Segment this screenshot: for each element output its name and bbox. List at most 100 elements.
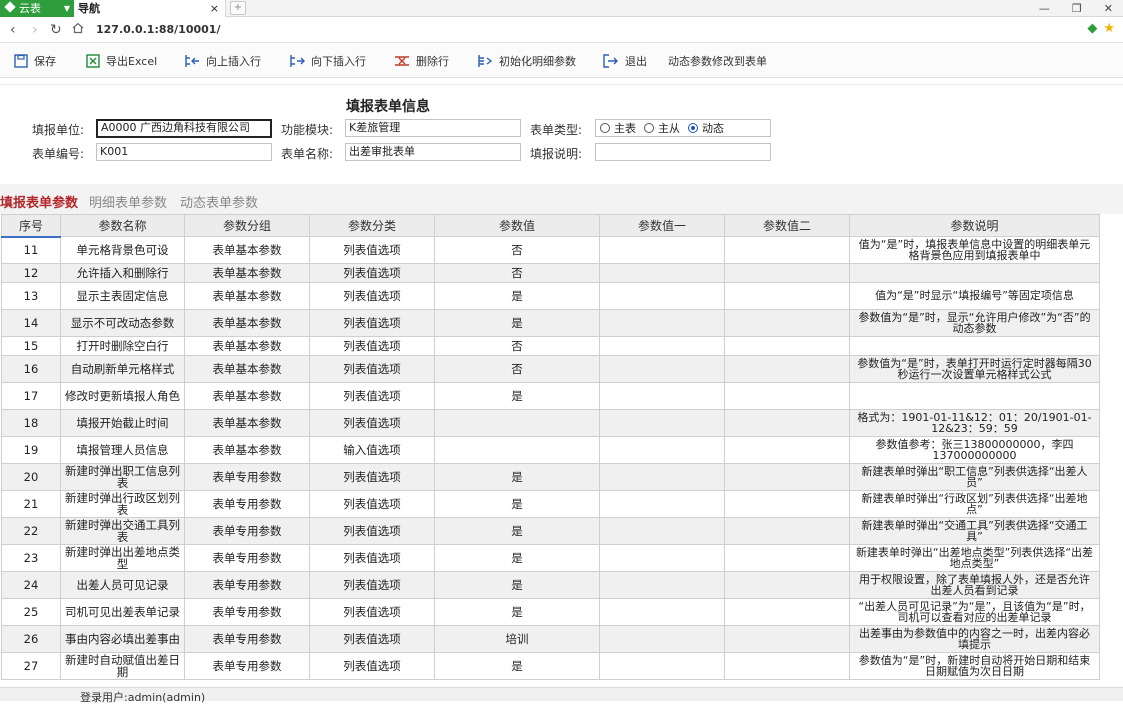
param-value2-cell[interactable]	[724, 355, 850, 383]
column-header[interactable]: 参数说明	[849, 214, 1100, 237]
tab-dynamic-form-params[interactable]: 动态表单参数	[180, 192, 258, 211]
param-name-cell[interactable]: 允许插入和删除行	[60, 263, 185, 283]
param-name-cell[interactable]: 填报管理人员信息	[60, 436, 185, 464]
param-group-cell[interactable]: 表单专用参数	[184, 490, 310, 518]
column-header[interactable]: 参数分组	[184, 214, 310, 237]
param-description-cell[interactable]: 用于权限设置，除了表单填报人外，还是否允许出差人员看到记录	[849, 571, 1100, 599]
param-value-cell[interactable]: 是	[434, 544, 600, 572]
param-value1-cell[interactable]	[599, 490, 725, 518]
column-header[interactable]: 参数值二	[724, 214, 850, 237]
row-number-cell[interactable]: 17	[1, 382, 61, 410]
param-value2-cell[interactable]	[724, 309, 850, 337]
table-row[interactable]: 16 自动刷新单元格样式 表单基本参数 列表值选项否 参数值为“是”时，表单打开时运行定…	[1, 355, 1100, 383]
param-value-cell[interactable]: 否	[434, 236, 600, 264]
row-number-cell[interactable]: 13	[1, 282, 61, 310]
param-group-cell[interactable]: 表单基本参数	[184, 282, 310, 310]
save-button[interactable]: 保存	[14, 53, 56, 69]
param-value2-cell[interactable]	[724, 571, 850, 599]
param-value-cell[interactable]: 是	[434, 490, 600, 518]
param-value1-cell[interactable]	[599, 517, 725, 545]
back-arrow-icon[interactable]: ‹	[10, 22, 16, 38]
param-category-cell[interactable]: 列表值选项	[309, 571, 435, 599]
param-description-cell[interactable]: 参数值参考：张三13800000000，李四137000000000	[849, 436, 1100, 464]
param-value2-cell[interactable]	[724, 409, 850, 437]
param-name-cell[interactable]: 自动刷新单元格样式	[60, 355, 185, 383]
row-number-cell[interactable]: 12	[1, 263, 61, 283]
param-name-cell[interactable]: 显示主表固定信息	[60, 282, 185, 310]
param-group-cell[interactable]: 表单专用参数	[184, 544, 310, 572]
param-description-cell[interactable]: 参数值为“是”时，新建时自动将开始日期和结束日期赋值为次日日期	[849, 652, 1100, 680]
table-row[interactable]: 22 新建时弹出交通工具列表 表单专用参数 列表值选项是 新建表单时弹出“交通工具”列表…	[1, 517, 1100, 545]
table-row[interactable]: 15 打开时删除空白行 表单基本参数 列表值选项否	[1, 336, 1100, 356]
param-name-cell[interactable]: 打开时删除空白行	[60, 336, 185, 356]
column-header[interactable]: 参数分类	[309, 214, 435, 237]
column-header[interactable]: 参数名称	[60, 214, 185, 237]
param-value1-cell[interactable]	[599, 355, 725, 383]
form-name-field[interactable]: 出差审批表单	[345, 143, 521, 161]
param-description-cell[interactable]: 参数值为“是”时，显示“允许用户修改”为“否”的动态参数	[849, 309, 1100, 337]
param-category-cell[interactable]: 列表值选项	[309, 263, 435, 283]
param-group-cell[interactable]: 表单专用参数	[184, 598, 310, 626]
init-params-button[interactable]: 初始化明细参数	[477, 53, 576, 69]
unit-field[interactable]: A0000 广西边角科技有限公司	[96, 119, 272, 138]
param-group-cell[interactable]: 表单基本参数	[184, 236, 310, 264]
param-value1-cell[interactable]	[599, 625, 725, 653]
param-value2-cell[interactable]	[724, 336, 850, 356]
param-value1-cell[interactable]	[599, 336, 725, 356]
param-name-cell[interactable]: 事由内容必填出差事由	[60, 625, 185, 653]
column-header[interactable]: 序号	[1, 214, 61, 238]
row-number-cell[interactable]: 21	[1, 490, 61, 518]
param-value-cell[interactable]: 是	[434, 598, 600, 626]
column-header[interactable]: 参数值	[434, 214, 600, 237]
table-row[interactable]: 19 填报管理人员信息 表单基本参数 输入值选项 参数值参考：张三13800000000…	[1, 436, 1100, 464]
param-value2-cell[interactable]	[724, 236, 850, 264]
param-value1-cell[interactable]	[599, 236, 725, 264]
dynamic-params-to-form-button[interactable]: 动态参数修改到表单	[668, 53, 767, 69]
param-name-cell[interactable]: 新建时弹出出差地点类型	[60, 544, 185, 572]
param-value2-cell[interactable]	[724, 490, 850, 518]
tab-fill-form-params[interactable]: 填报表单参数	[0, 192, 78, 211]
param-group-cell[interactable]: 表单专用参数	[184, 625, 310, 653]
param-description-cell[interactable]: 新建表单时弹出“职工信息”列表供选择“出差人员”	[849, 463, 1100, 491]
param-category-cell[interactable]: 列表值选项	[309, 517, 435, 545]
row-number-cell[interactable]: 18	[1, 409, 61, 437]
row-number-cell[interactable]: 26	[1, 625, 61, 653]
param-description-cell[interactable]: 新建表单时弹出“出差地点类型”列表供选择“出差地点类型”	[849, 544, 1100, 572]
param-value1-cell[interactable]	[599, 382, 725, 410]
row-number-cell[interactable]: 24	[1, 571, 61, 599]
param-category-cell[interactable]: 列表值选项	[309, 409, 435, 437]
param-group-cell[interactable]: 表单基本参数	[184, 382, 310, 410]
param-category-cell[interactable]: 列表值选项	[309, 382, 435, 410]
table-row[interactable]: 27 新建时自动赋值出差日期 表单专用参数 列表值选项是 参数值为“是”时，新建时自动将…	[1, 652, 1100, 680]
param-category-cell[interactable]: 列表值选项	[309, 355, 435, 383]
param-value-cell[interactable]: 是	[434, 463, 600, 491]
param-name-cell[interactable]: 填报开始截止时间	[60, 409, 185, 437]
row-number-cell[interactable]: 27	[1, 652, 61, 680]
param-category-cell[interactable]: 列表值选项	[309, 463, 435, 491]
window-minimize-button[interactable]: —	[1039, 0, 1050, 17]
table-row[interactable]: 25 司机可见出差表单记录 表单专用参数 列表值选项是 “出差人员可见记录”为“是”，且…	[1, 598, 1100, 626]
form-note-field[interactable]	[595, 143, 771, 161]
param-description-cell[interactable]	[849, 263, 1100, 283]
param-category-cell[interactable]: 列表值选项	[309, 625, 435, 653]
param-value1-cell[interactable]	[599, 652, 725, 680]
param-description-cell[interactable]	[849, 336, 1100, 356]
param-value-cell[interactable]	[434, 409, 600, 437]
browser-tab-nav[interactable]: 导航 ×	[74, 0, 226, 17]
row-number-cell[interactable]: 14	[1, 309, 61, 337]
refresh-icon[interactable]: ↻	[50, 22, 62, 38]
table-row[interactable]: 24 出差人员可见记录 表单专用参数 列表值选项是 用于权限设置，除了表单填报人外，还是…	[1, 571, 1100, 599]
param-value-cell[interactable]: 否	[434, 355, 600, 383]
column-header[interactable]: 参数值一	[599, 214, 725, 237]
param-group-cell[interactable]: 表单专用参数	[184, 517, 310, 545]
param-value-cell[interactable]: 是	[434, 517, 600, 545]
table-row[interactable]: 13 显示主表固定信息 表单基本参数 列表值选项是 值为“是”时显示“填报编号”等固定项…	[1, 282, 1100, 310]
param-value2-cell[interactable]	[724, 652, 850, 680]
param-value1-cell[interactable]	[599, 598, 725, 626]
tab-detail-form-params[interactable]: 明细表单参数	[89, 192, 167, 211]
param-value-cell[interactable]: 是	[434, 571, 600, 599]
url-field[interactable]: 127.0.0.1:88/10001/	[96, 23, 220, 36]
export-excel-button[interactable]: 导出Excel	[86, 53, 157, 69]
home-icon[interactable]	[72, 22, 84, 38]
param-value-cell[interactable]: 否	[434, 336, 600, 356]
